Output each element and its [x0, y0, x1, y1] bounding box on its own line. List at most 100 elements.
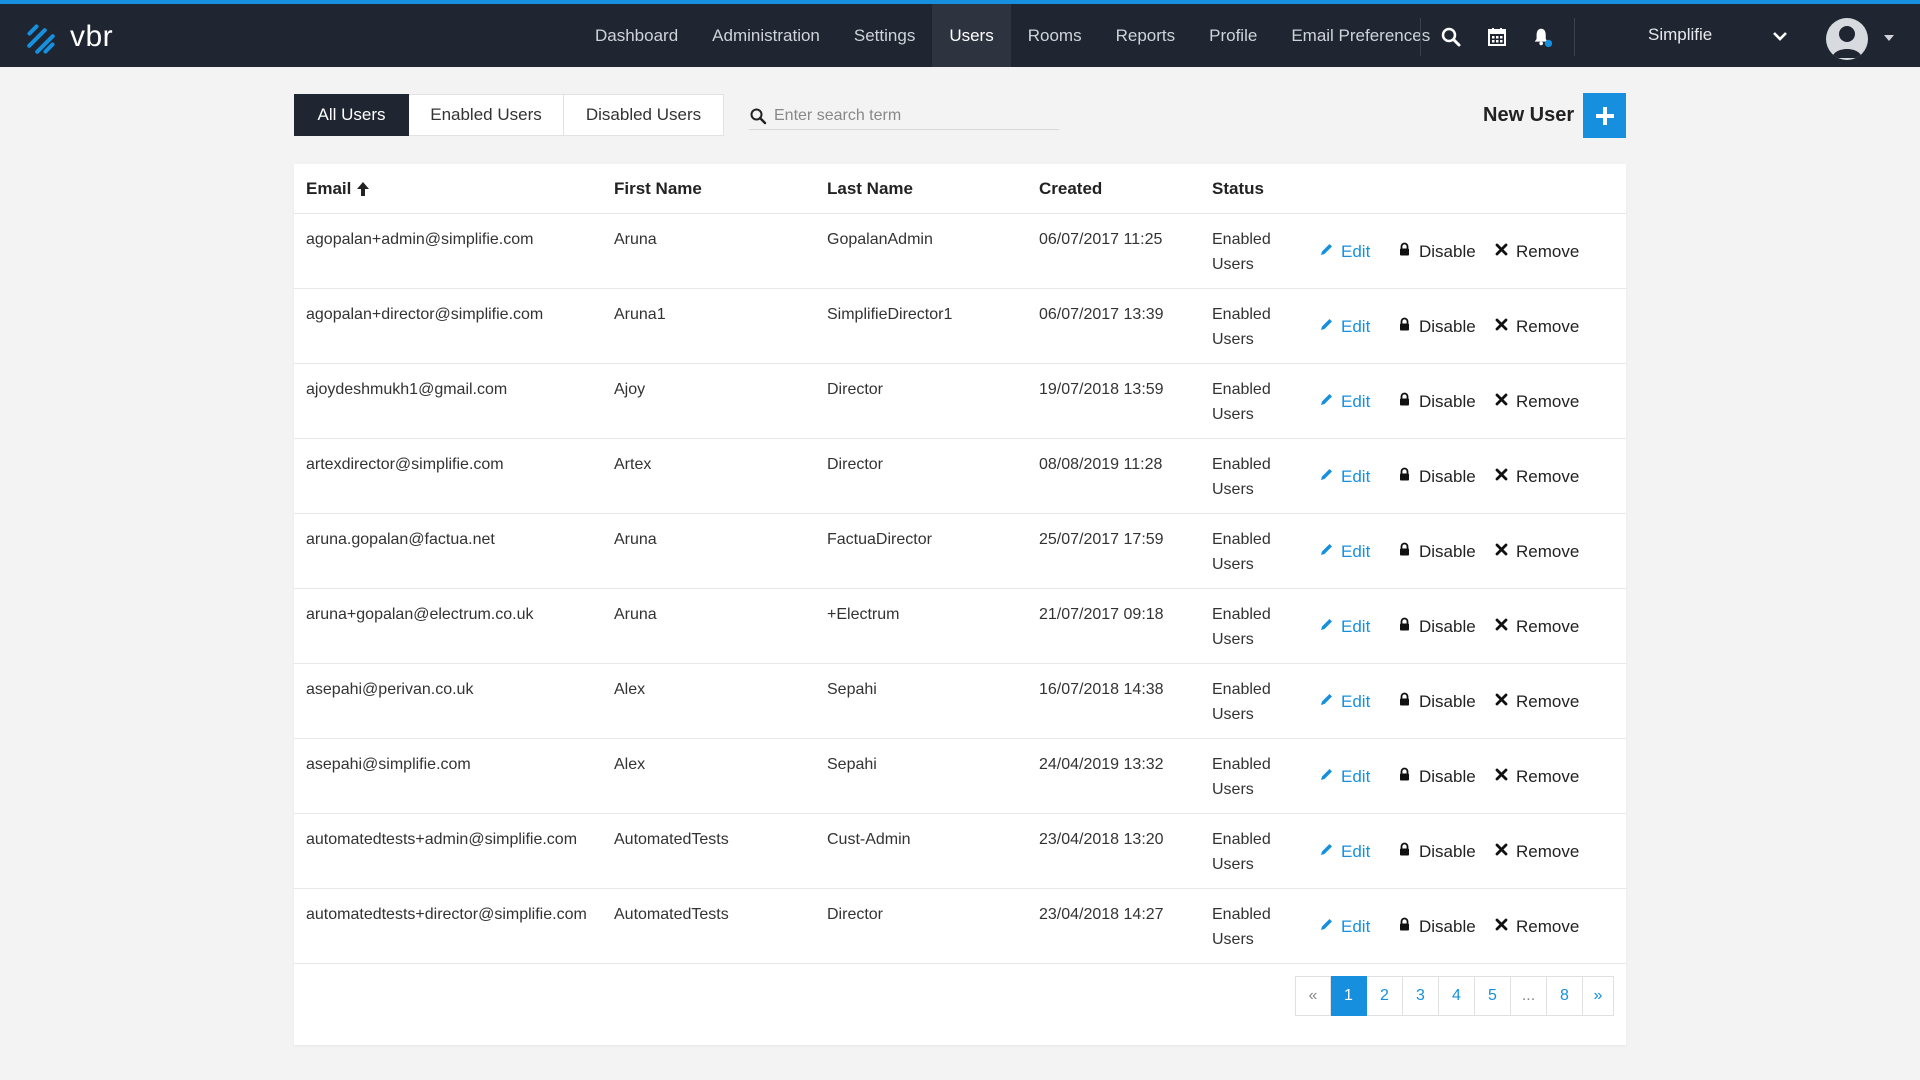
- disable-button[interactable]: Disable: [1397, 439, 1476, 514]
- tab-all-users[interactable]: All Users: [294, 94, 409, 136]
- nav-item-email-preferences[interactable]: Email Preferences: [1274, 4, 1447, 67]
- table-row: agopalan+director@simplifie.com Aruna1 Sim…: [294, 289, 1626, 364]
- cell-email: asepahi@simplifie.com: [306, 756, 471, 773]
- pencil-icon: [1319, 317, 1341, 337]
- remove-label: Remove: [1516, 316, 1580, 336]
- remove-button[interactable]: Remove: [1494, 664, 1579, 739]
- nav-item-dashboard[interactable]: Dashboard: [578, 4, 695, 67]
- new-user-button[interactable]: New User: [1483, 93, 1627, 138]
- column-header-status[interactable]: Status: [1212, 179, 1264, 199]
- nav-item-settings[interactable]: Settings: [837, 4, 932, 67]
- search-box: [749, 103, 1059, 130]
- account-selector[interactable]: Simplifie: [1648, 25, 1712, 45]
- edit-button[interactable]: Edit: [1319, 739, 1370, 814]
- pagination-page-1[interactable]: 1: [1331, 976, 1367, 1016]
- nav-divider: [1420, 18, 1421, 56]
- column-header-first-name[interactable]: First Name: [614, 179, 702, 199]
- avatar-caret-icon[interactable]: [1884, 35, 1894, 41]
- pagination-page-3[interactable]: 3: [1403, 976, 1439, 1016]
- lock-icon: [1397, 692, 1419, 712]
- pagination-page-8[interactable]: 8: [1547, 976, 1583, 1016]
- cell-created: 06/07/2017 13:39: [1039, 306, 1164, 323]
- remove-button[interactable]: Remove: [1494, 364, 1579, 439]
- tab-disabled-users[interactable]: Disabled Users: [564, 94, 724, 136]
- edit-button[interactable]: Edit: [1319, 814, 1370, 889]
- cell-email: agopalan+admin@simplifie.com: [306, 231, 534, 248]
- disable-button[interactable]: Disable: [1397, 214, 1476, 289]
- close-icon: [1494, 842, 1516, 862]
- edit-button[interactable]: Edit: [1319, 289, 1370, 364]
- edit-button[interactable]: Edit: [1319, 214, 1370, 289]
- remove-label: Remove: [1516, 466, 1580, 486]
- edit-button[interactable]: Edit: [1319, 514, 1370, 589]
- vbr-logo[interactable]: vbr: [24, 18, 113, 56]
- bell-icon[interactable]: [1532, 26, 1554, 48]
- column-header-last-name[interactable]: Last Name: [827, 179, 913, 199]
- pencil-icon: [1319, 767, 1341, 787]
- disable-label: Disable: [1419, 916, 1476, 936]
- cell-created: 16/07/2018 14:38: [1039, 681, 1164, 698]
- pagination-prev[interactable]: «: [1295, 976, 1331, 1016]
- table-row: ajoydeshmukh1@gmail.com Ajoy Director 19/07…: [294, 364, 1626, 439]
- disable-button[interactable]: Disable: [1397, 289, 1476, 364]
- cell-status: Enabled Users: [1212, 381, 1271, 423]
- add-user-button[interactable]: [1583, 93, 1627, 138]
- cell-status: Enabled Users: [1212, 531, 1271, 573]
- nav-item-profile[interactable]: Profile: [1192, 4, 1274, 67]
- disable-button[interactable]: Disable: [1397, 814, 1476, 889]
- edit-button[interactable]: Edit: [1319, 364, 1370, 439]
- remove-button[interactable]: Remove: [1494, 289, 1579, 364]
- column-header-email[interactable]: Email: [306, 179, 370, 199]
- nav-item-users[interactable]: Users: [932, 4, 1011, 67]
- pagination-next[interactable]: »: [1583, 976, 1614, 1016]
- cell-email: aruna+gopalan@electrum.co.uk: [306, 606, 534, 623]
- nav-item-administration[interactable]: Administration: [695, 4, 837, 67]
- cell-status: Enabled Users: [1212, 306, 1271, 348]
- lock-icon: [1397, 467, 1419, 487]
- nav-item-rooms[interactable]: Rooms: [1011, 4, 1099, 67]
- remove-button[interactable]: Remove: [1494, 889, 1579, 964]
- cell-email: aruna.gopalan@factua.net: [306, 531, 495, 548]
- column-header-created[interactable]: Created: [1039, 179, 1102, 199]
- disable-button[interactable]: Disable: [1397, 739, 1476, 814]
- disable-button[interactable]: Disable: [1397, 889, 1476, 964]
- edit-button[interactable]: Edit: [1319, 439, 1370, 514]
- remove-button[interactable]: Remove: [1494, 439, 1579, 514]
- table-row: asepahi@simplifie.com Alex Sepahi 24/04/201…: [294, 739, 1626, 814]
- lock-icon: [1397, 392, 1419, 412]
- pagination-page-5[interactable]: 5: [1475, 976, 1511, 1016]
- pagination-ellipsis[interactable]: ...: [1511, 976, 1547, 1016]
- disable-button[interactable]: Disable: [1397, 664, 1476, 739]
- chevron-down-icon[interactable]: [1772, 30, 1788, 42]
- cell-email: agopalan+director@simplifie.com: [306, 306, 544, 323]
- remove-button[interactable]: Remove: [1494, 814, 1579, 889]
- remove-button[interactable]: Remove: [1494, 739, 1579, 814]
- pencil-icon: [1319, 242, 1341, 262]
- disable-button[interactable]: Disable: [1397, 364, 1476, 439]
- nav-item-reports[interactable]: Reports: [1099, 4, 1193, 67]
- edit-label: Edit: [1341, 691, 1371, 711]
- remove-button[interactable]: Remove: [1494, 514, 1579, 589]
- remove-button[interactable]: Remove: [1494, 214, 1579, 289]
- edit-label: Edit: [1341, 466, 1371, 486]
- edit-button[interactable]: Edit: [1319, 664, 1370, 739]
- pagination-page-4[interactable]: 4: [1439, 976, 1475, 1016]
- new-user-label: New User: [1483, 104, 1575, 126]
- disable-label: Disable: [1419, 841, 1476, 861]
- pencil-icon: [1319, 842, 1341, 862]
- tab-enabled-users[interactable]: Enabled Users: [409, 94, 564, 136]
- disable-button[interactable]: Disable: [1397, 589, 1476, 664]
- user-filter-tabs: All Users Enabled Users Disabled Users: [294, 94, 724, 136]
- remove-button[interactable]: Remove: [1494, 589, 1579, 664]
- cell-email: ajoydeshmukh1@gmail.com: [306, 381, 508, 398]
- cell-first-name: Alex: [614, 681, 646, 698]
- edit-button[interactable]: Edit: [1319, 889, 1370, 964]
- pagination-page-2[interactable]: 2: [1367, 976, 1403, 1016]
- disable-button[interactable]: Disable: [1397, 514, 1476, 589]
- calendar-icon[interactable]: [1486, 26, 1508, 48]
- cell-status: Enabled Users: [1212, 906, 1271, 948]
- search-input[interactable]: [774, 107, 1044, 125]
- edit-button[interactable]: Edit: [1319, 589, 1370, 664]
- avatar[interactable]: [1826, 18, 1868, 60]
- search-icon[interactable]: [1440, 26, 1462, 48]
